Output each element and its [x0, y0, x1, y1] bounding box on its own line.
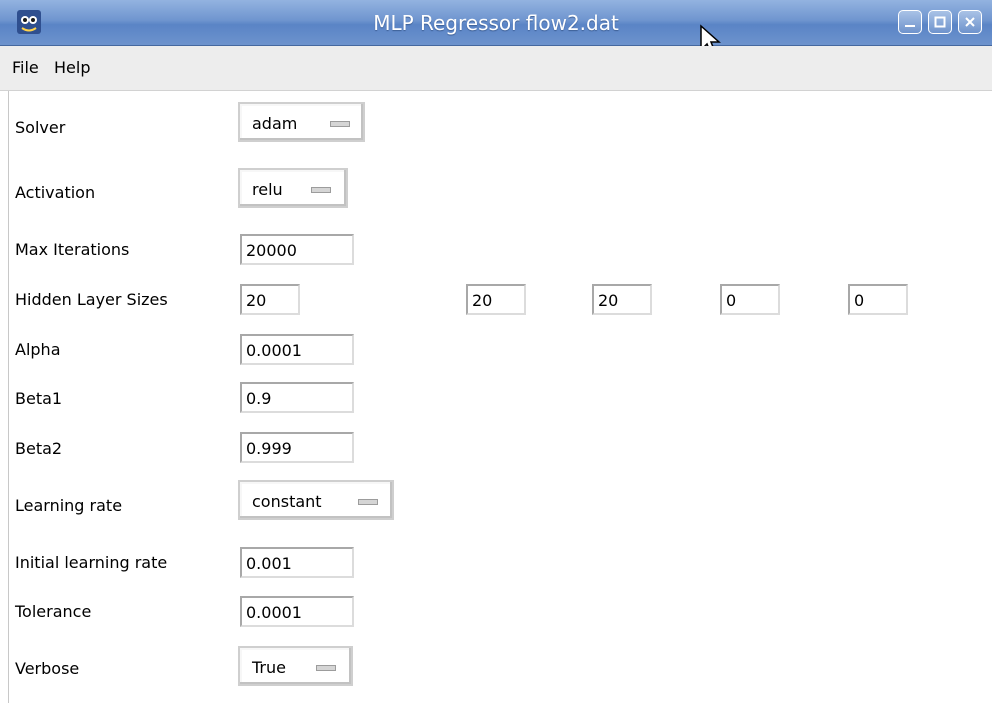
- beta2-field[interactable]: [240, 432, 354, 463]
- learning-rate-label: Learning rate: [15, 496, 123, 515]
- activation-label: Activation: [15, 183, 96, 202]
- close-icon: [965, 17, 975, 27]
- title-bar[interactable]: MLP Regressor flow2.dat: [0, 0, 992, 46]
- solver-dropdown[interactable]: adam: [238, 102, 365, 142]
- alpha-label: Alpha: [15, 340, 61, 359]
- initial-learning-rate-input[interactable]: [242, 549, 352, 576]
- initial-learning-rate-field[interactable]: [240, 547, 354, 578]
- hidden-layer-size-field-3[interactable]: [592, 284, 652, 315]
- beta1-label: Beta1: [15, 389, 63, 408]
- verbose-value: True: [252, 658, 286, 677]
- hidden-layer-size-input-1[interactable]: [242, 286, 298, 313]
- initial-learning-rate-label: Initial learning rate: [15, 553, 168, 572]
- dropdown-indicator-icon: [358, 499, 378, 505]
- maximize-icon: [934, 16, 946, 28]
- max-iterations-label: Max Iterations: [15, 240, 130, 259]
- hidden-layer-sizes-label: Hidden Layer Sizes: [15, 290, 168, 309]
- hidden-layer-size-input-3[interactable]: [594, 286, 650, 313]
- beta2-input[interactable]: [242, 434, 352, 461]
- menu-help[interactable]: Help: [54, 58, 90, 77]
- verbose-dropdown[interactable]: True: [238, 646, 353, 686]
- hidden-layer-size-field-4[interactable]: [720, 284, 780, 315]
- max-iterations-field[interactable]: [240, 234, 354, 265]
- verbose-label: Verbose: [15, 659, 80, 678]
- dropdown-indicator-icon: [311, 187, 331, 193]
- beta1-input[interactable]: [242, 384, 352, 411]
- hidden-layer-size-field-2[interactable]: [466, 284, 526, 315]
- tolerance-label: Tolerance: [15, 602, 92, 621]
- solver-label: Solver: [15, 118, 66, 137]
- hidden-layer-size-input-5[interactable]: [850, 286, 906, 313]
- beta2-label: Beta2: [15, 439, 63, 458]
- minimize-icon: [905, 25, 915, 27]
- learning-rate-value: constant: [252, 492, 322, 511]
- tolerance-input[interactable]: [242, 598, 352, 625]
- dropdown-indicator-icon: [330, 121, 350, 127]
- close-button[interactable]: [958, 10, 982, 34]
- form-panel: [8, 91, 992, 703]
- minimize-button[interactable]: [898, 10, 922, 34]
- alpha-input[interactable]: [242, 336, 352, 363]
- window-title: MLP Regressor flow2.dat: [373, 11, 619, 35]
- dropdown-indicator-icon: [316, 665, 336, 671]
- menu-file[interactable]: File: [12, 58, 39, 77]
- tolerance-field[interactable]: [240, 596, 354, 627]
- maximize-button[interactable]: [928, 10, 952, 34]
- hidden-layer-size-field-5[interactable]: [848, 284, 908, 315]
- learning-rate-dropdown[interactable]: constant: [238, 480, 394, 520]
- menu-bar: File Help: [0, 46, 992, 91]
- hidden-layer-size-field-1[interactable]: [240, 284, 300, 315]
- hidden-layer-size-input-2[interactable]: [468, 286, 524, 313]
- beta1-field[interactable]: [240, 382, 354, 413]
- activation-dropdown[interactable]: relu: [238, 168, 348, 208]
- activation-value: relu: [252, 180, 283, 199]
- alpha-field[interactable]: [240, 334, 354, 365]
- hidden-layer-size-input-4[interactable]: [722, 286, 778, 313]
- solver-value: adam: [252, 114, 298, 133]
- max-iterations-input[interactable]: [242, 236, 352, 263]
